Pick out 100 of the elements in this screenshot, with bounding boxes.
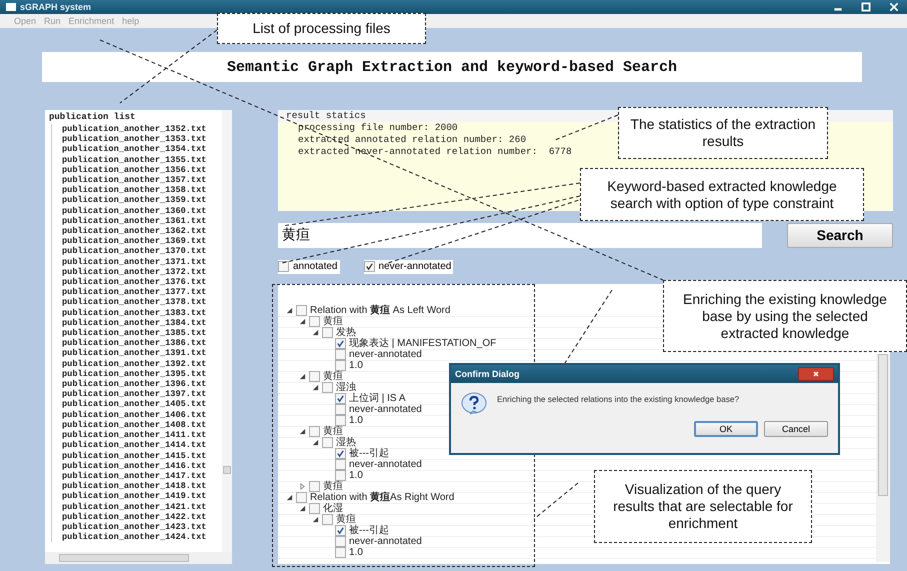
- tree-item[interactable]: 1.0: [349, 470, 363, 482]
- tree-item[interactable]: 上位词 | IS A: [349, 393, 406, 404]
- file-list-item[interactable]: publication_another_1377.txt: [51, 287, 206, 298]
- tree-checkbox[interactable]: [335, 459, 346, 470]
- file-list-item[interactable]: publication_another_1422.txt: [51, 512, 206, 522]
- tree-checkbox[interactable]: [322, 514, 333, 526]
- tree-item[interactable]: Relation with 黄疸As Right Word: [310, 492, 454, 504]
- tree-checkbox[interactable]: [309, 481, 320, 492]
- tree-item[interactable]: 湿热: [336, 437, 356, 448]
- close-button[interactable]: [798, 367, 834, 381]
- tree-checkbox[interactable]: [322, 382, 333, 394]
- file-list-item[interactable]: publication_another_1370.txt: [51, 246, 206, 257]
- file-list-item[interactable]: publication_another_1392.txt: [51, 358, 206, 369]
- file-list-item[interactable]: publication_another_1357.txt: [51, 175, 206, 186]
- file-list-item[interactable]: publication_another_1416.txt: [51, 460, 206, 471]
- tree-item[interactable]: 黄疸: [323, 316, 343, 328]
- file-list-item[interactable]: publication_another_1415.txt: [51, 450, 206, 461]
- file-list-item[interactable]: publication_another_1411.txt: [51, 430, 206, 440]
- tree-checkbox[interactable]: [309, 316, 320, 328]
- expanded-arrow-icon[interactable]: [299, 505, 306, 512]
- tree-item[interactable]: 化湿: [323, 503, 343, 514]
- file-list-item[interactable]: publication_another_1397.txt: [51, 389, 206, 400]
- tree-checkbox[interactable]: [335, 525, 346, 536]
- tree-item[interactable]: Relation with 黄疸 As Left Word: [310, 305, 450, 316]
- scrollbar[interactable]: [222, 110, 232, 552]
- file-list-item[interactable]: publication_another_1418.txt: [51, 481, 206, 492]
- tree-checkbox[interactable]: [335, 448, 346, 460]
- file-list-item[interactable]: publication_another_1362.txt: [51, 226, 206, 236]
- tree-item[interactable]: never-annotated: [349, 404, 422, 416]
- expanded-arrow-icon[interactable]: [312, 516, 319, 524]
- file-list-item[interactable]: publication_another_1384.txt: [51, 318, 206, 328]
- scrollbar[interactable]: [876, 354, 890, 562]
- tree-checkbox[interactable]: [296, 305, 307, 316]
- file-list-item[interactable]: publication_another_1406.txt: [51, 410, 206, 420]
- expanded-arrow-icon[interactable]: [299, 428, 306, 436]
- file-list-item[interactable]: publication_another_1378.txt: [51, 297, 206, 308]
- tree-checkbox[interactable]: [335, 547, 346, 558]
- scrollbar[interactable]: [45, 552, 232, 564]
- tree-item[interactable]: 湿浊: [336, 382, 356, 394]
- expanded-arrow-icon[interactable]: [312, 439, 319, 446]
- file-list-item[interactable]: publication_another_1417.txt: [51, 470, 206, 482]
- expanded-arrow-icon[interactable]: [299, 373, 306, 380]
- file-list-item[interactable]: publication_another_1376.txt: [51, 277, 206, 288]
- file-list-item[interactable]: publication_another_1355.txt: [51, 154, 206, 165]
- file-list-item[interactable]: publication_another_1352.txt: [51, 124, 206, 134]
- tree-item[interactable]: 现象表达 | MANIFESTATION_OF: [349, 338, 496, 350]
- file-list-item[interactable]: publication_another_1371.txt: [51, 256, 206, 267]
- file-list-item[interactable]: publication_another_1359.txt: [51, 195, 206, 206]
- expanded-arrow-icon[interactable]: [312, 384, 319, 392]
- expanded-arrow-icon[interactable]: [299, 318, 306, 326]
- file-list-item[interactable]: publication_another_1423.txt: [51, 522, 206, 532]
- maximize-icon[interactable]: [859, 1, 873, 13]
- close-icon[interactable]: [887, 1, 901, 13]
- file-list-item[interactable]: publication_another_1356.txt: [51, 164, 206, 176]
- file-list-item[interactable]: publication_another_1383.txt: [51, 308, 206, 318]
- file-list-item[interactable]: publication_another_1360.txt: [51, 206, 206, 216]
- tree-item[interactable]: 发热: [336, 327, 356, 338]
- file-list-item[interactable]: publication_another_1395.txt: [51, 368, 206, 380]
- file-list-item[interactable]: publication_another_1353.txt: [51, 134, 206, 144]
- file-list-item[interactable]: publication_another_1396.txt: [51, 379, 206, 390]
- dialog-button[interactable]: Cancel: [764, 421, 828, 437]
- file-list-item[interactable]: publication_another_1386.txt: [51, 338, 206, 348]
- file-list-item[interactable]: publication_another_1354.txt: [51, 144, 206, 155]
- dialog-button[interactable]: OK: [694, 421, 758, 437]
- file-list-item[interactable]: publication_another_1361.txt: [51, 216, 206, 226]
- expanded-arrow-icon[interactable]: [286, 494, 293, 502]
- file-list-item[interactable]: publication_another_1421.txt: [51, 502, 206, 512]
- tree-checkbox[interactable]: [335, 393, 346, 404]
- tree-item[interactable]: 黄疸: [336, 514, 356, 526]
- collapsed-arrow-icon[interactable]: [299, 483, 306, 490]
- tree-checkbox[interactable]: [322, 327, 333, 338]
- tree-item[interactable]: never-annotated: [349, 536, 422, 548]
- tree-item[interactable]: 黄疸: [323, 481, 343, 492]
- file-list-item[interactable]: publication_another_1391.txt: [51, 348, 206, 359]
- tree-item[interactable]: 黄疸: [323, 371, 343, 382]
- tree-checkbox[interactable]: [335, 536, 346, 548]
- tree-checkbox[interactable]: [335, 349, 346, 360]
- tree-item[interactable]: 1.0: [349, 547, 363, 558]
- tree-item[interactable]: 黄疸: [323, 426, 343, 438]
- file-list-item[interactable]: publication_another_1385.txt: [51, 328, 206, 338]
- file-list-item[interactable]: publication_another_1408.txt: [51, 420, 206, 430]
- filter-checkbox[interactable]: never-annotated: [364, 260, 454, 274]
- tree-checkbox[interactable]: [322, 437, 333, 448]
- file-list-item[interactable]: publication_another_1369.txt: [51, 236, 206, 246]
- tree-checkbox[interactable]: [309, 503, 320, 514]
- tree-item[interactable]: never-annotated: [349, 459, 422, 470]
- tree-checkbox[interactable]: [335, 404, 346, 416]
- filter-checkbox[interactable]: annotated: [278, 260, 340, 274]
- file-list-item[interactable]: publication_another_1372.txt: [51, 266, 206, 278]
- file-list-item[interactable]: publication_another_1419.txt: [51, 491, 206, 502]
- search-button[interactable]: Search: [787, 222, 893, 248]
- expanded-arrow-icon[interactable]: [312, 329, 319, 336]
- file-list-item[interactable]: publication_another_1358.txt: [51, 185, 206, 196]
- tree-checkbox[interactable]: [296, 492, 307, 504]
- tree-checkbox[interactable]: [335, 415, 346, 426]
- tree-checkbox[interactable]: [335, 360, 346, 372]
- tree-item[interactable]: never-annotated: [349, 349, 422, 360]
- file-list-item[interactable]: publication_another_1424.txt: [51, 532, 206, 542]
- file-list-item[interactable]: publication_another_1405.txt: [51, 399, 206, 410]
- tree-item[interactable]: 1.0: [349, 360, 363, 372]
